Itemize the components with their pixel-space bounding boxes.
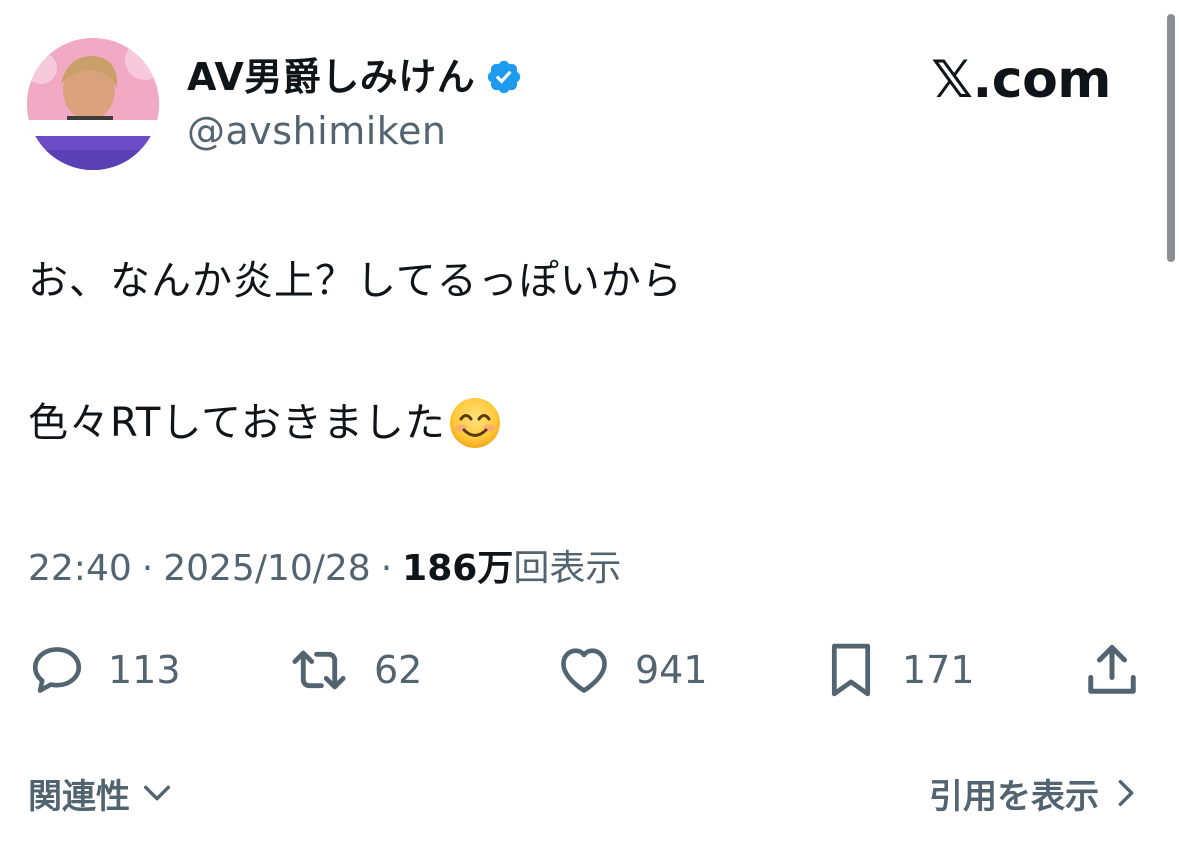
meta-separator: · [141,548,154,589]
like-count: 941 [635,648,708,692]
smiling-face-emoji-icon [448,396,502,450]
view-count-unit: 万 [477,548,514,589]
view-quotes-label: 引用を表示 [929,776,1099,817]
share-button[interactable] [1082,638,1142,702]
tweet-meta: 22:40 · 2025/10/28 · 186 万 回表示 [28,544,621,594]
share-icon [1088,645,1136,694]
verified-badge-icon [488,60,521,94]
author-handle[interactable]: @avshimiken [187,108,446,154]
tweet-action-bar: 113 62 941 171 [0,638,1179,702]
reply-icon [32,647,82,693]
scrollbar-thumb[interactable] [1167,14,1175,262]
chevron-right-icon [1118,779,1134,807]
author-avatar[interactable] [27,38,159,170]
tweet-line-2-text: 色々RTしておきました [28,400,446,446]
view-quotes-link[interactable]: 引用を表示 [929,762,1143,824]
repost-icon [292,650,346,690]
tweet-footer: 関連性 引用を表示 [0,762,1179,824]
repost-button[interactable]: 62 [286,638,422,702]
repost-count: 62 [374,648,423,692]
relevance-sort-dropdown[interactable]: 関連性 [28,762,174,824]
meta-separator: · [380,548,393,589]
bookmark-count: 171 [902,648,975,692]
reply-button[interactable]: 113 [28,638,181,702]
bookmark-button[interactable]: 171 [822,638,975,702]
tweet-line-1: お、なんか炎上？してるっぽいから [28,258,683,304]
relevance-label: 関連性 [28,776,130,817]
bookmark-icon [831,643,871,697]
like-button[interactable]: 941 [555,638,708,702]
view-count-label: 回表示 [513,548,622,589]
x-logo: 𝕏.com [931,50,1111,110]
tweet-date[interactable]: 2025/10/28 [163,544,371,594]
reply-count: 113 [108,648,181,692]
tweet-line-2: 色々RTしておきました [28,394,1128,452]
view-count-number: 186 [402,548,478,589]
tweet-body: お、なんか炎上？してるっぽいから 色々RTしておきました [28,252,1128,452]
author-display-name[interactable]: AV男爵しみけん [187,52,475,102]
author-name-row[interactable]: AV男爵しみけん [187,52,523,102]
chevron-down-icon [143,785,171,801]
heart-icon [561,648,607,693]
tweet-time[interactable]: 22:40 [28,544,132,594]
avatar-image [27,38,159,170]
